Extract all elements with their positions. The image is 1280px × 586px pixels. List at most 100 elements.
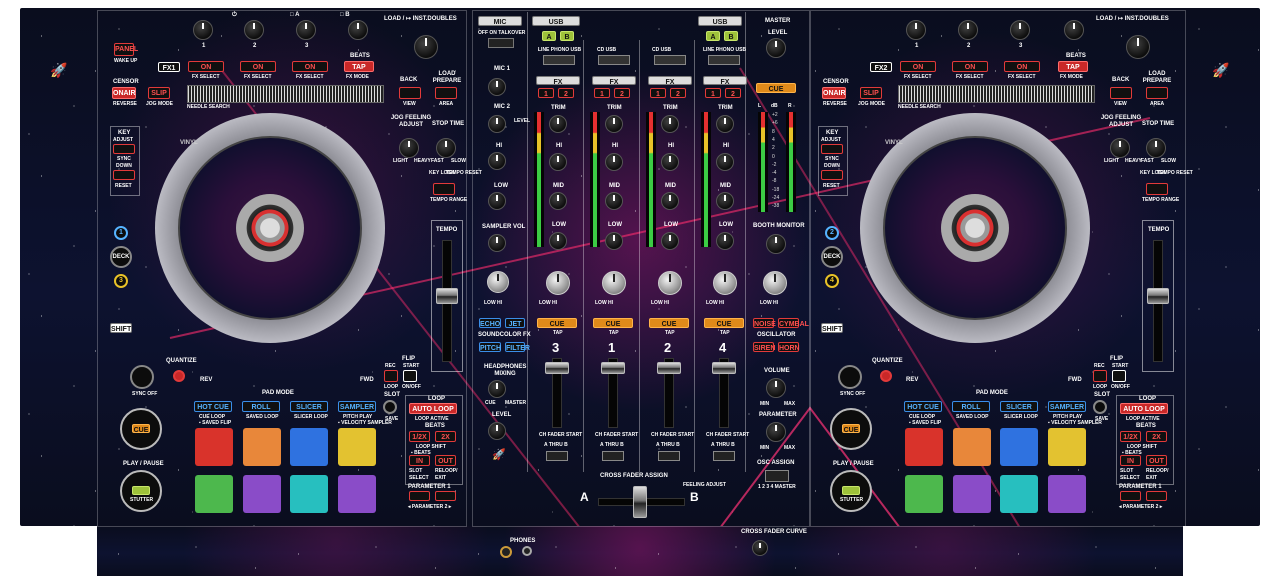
stop-time-knob[interactable] [436, 138, 456, 158]
loop-half-button[interactable]: 1/2X [1120, 431, 1141, 442]
hot-cue-mode-button[interactable]: HOT CUE [904, 401, 942, 412]
performance-pad-2[interactable] [243, 428, 281, 466]
master-color-knob[interactable] [763, 271, 787, 295]
performance-pad-3[interactable] [1000, 428, 1038, 466]
input-selector-switch[interactable] [708, 55, 740, 65]
auto-loop-button[interactable]: AUTO LOOP [1120, 403, 1168, 414]
echo-button[interactable]: ECHO [479, 318, 501, 328]
fx1-tap-button[interactable]: TAP [344, 61, 374, 72]
channel-cue-button[interactable]: CUE [593, 318, 633, 328]
crossfader[interactable] [633, 486, 647, 518]
channel-color-knob[interactable] [546, 271, 570, 295]
performance-pad-4[interactable] [338, 428, 376, 466]
input-selector-switch[interactable] [654, 55, 686, 65]
master-level-knob[interactable] [766, 38, 786, 58]
stop-time-knob[interactable] [1146, 138, 1166, 158]
parameter-right-button[interactable] [435, 491, 456, 501]
eq-mid-knob[interactable] [605, 192, 623, 210]
fx2-knob-1[interactable] [906, 20, 926, 40]
browse-knob[interactable] [1126, 35, 1150, 59]
tempo-fader[interactable] [1147, 288, 1169, 304]
eq-hi-knob[interactable] [716, 153, 734, 171]
channel-fader[interactable] [657, 362, 681, 374]
slip-button[interactable]: SLIP [860, 87, 882, 99]
performance-pad-8[interactable] [338, 475, 376, 513]
browse-knob[interactable] [414, 35, 438, 59]
deck2-button[interactable]: 2 [825, 226, 839, 240]
fx2-on-button-1[interactable]: ON [900, 61, 936, 72]
flip-rec-button[interactable] [1093, 370, 1107, 382]
performance-pad-6[interactable] [243, 475, 281, 513]
loop-double-button[interactable]: 2X [1146, 431, 1167, 442]
eq-hi-knob[interactable] [661, 153, 679, 171]
performance-pad-7[interactable] [1000, 475, 1038, 513]
headphones-mixing-knob[interactable] [488, 380, 506, 398]
jog-feeling-knob[interactable] [399, 138, 419, 158]
sync-button[interactable] [130, 365, 154, 389]
loop-out-button[interactable]: OUT [1146, 455, 1167, 466]
eq-hi-knob[interactable] [549, 153, 567, 171]
oscillator-volume-knob[interactable] [766, 378, 786, 398]
pitch-button[interactable]: PITCH [479, 342, 501, 352]
auto-loop-button[interactable]: AUTO LOOP [409, 403, 457, 414]
key-sync-button[interactable] [113, 144, 135, 154]
performance-pad-7[interactable] [290, 475, 328, 513]
channel-fx1-button[interactable]: 1 [705, 88, 721, 98]
usb-b-button-right[interactable]: B [724, 31, 738, 41]
horn-button[interactable]: HORN [778, 342, 800, 352]
flip-rec-button[interactable] [384, 370, 398, 382]
parameter-left-button[interactable] [409, 491, 430, 501]
back-button[interactable] [399, 87, 421, 99]
key-down-button[interactable] [821, 170, 843, 180]
jet-button[interactable]: JET [505, 318, 525, 328]
channel-fx2-button[interactable]: 2 [558, 88, 574, 98]
performance-pad-2[interactable] [953, 428, 991, 466]
slip-button[interactable]: SLIP [148, 87, 170, 99]
quantize-button[interactable] [880, 370, 892, 382]
deck3-button[interactable]: 3 [114, 274, 128, 288]
eq-mid-knob[interactable] [661, 192, 679, 210]
osc-assign-switch[interactable] [765, 470, 789, 482]
censor-button[interactable]: ONAIR [822, 87, 846, 99]
fx2-knob-3[interactable] [1010, 20, 1030, 40]
shift-button[interactable]: SHIFT [110, 323, 132, 333]
cross-fader-curve-knob[interactable] [752, 540, 768, 556]
fx2-tap-button[interactable]: TAP [1058, 61, 1088, 72]
eq-low-knob[interactable] [549, 232, 567, 250]
loop-out-button[interactable]: OUT [435, 455, 456, 466]
mic-switch[interactable] [488, 38, 514, 48]
quantize-button[interactable] [173, 370, 185, 382]
input-selector-switch[interactable] [598, 55, 630, 65]
needle-search-strip[interactable] [898, 85, 1095, 103]
channel-fx1-button[interactable]: 1 [538, 88, 554, 98]
jog-feeling-knob[interactable] [1110, 138, 1130, 158]
eq-mid-knob[interactable] [549, 192, 567, 210]
flip-start-button[interactable] [403, 370, 417, 382]
censor-button[interactable]: ONAIR [112, 87, 136, 99]
siren-button[interactable]: SIREN [753, 342, 775, 352]
phones-jack-small[interactable] [522, 546, 532, 556]
usb-a-button-left[interactable]: A [542, 31, 556, 41]
hot-cue-mode-button[interactable]: HOT CUE [194, 401, 232, 412]
key-sync-button[interactable] [821, 144, 843, 154]
sampler-mode-button[interactable]: SAMPLER [1048, 401, 1086, 412]
mic2-level-knob[interactable] [488, 115, 506, 133]
channel-fx2-button[interactable]: 2 [614, 88, 630, 98]
fx2-knob-2[interactable] [958, 20, 978, 40]
crossfader-assign-switch[interactable] [602, 451, 624, 461]
master-cue-button[interactable]: CUE [756, 83, 796, 93]
tempo-fader[interactable] [436, 288, 458, 304]
load-prepare-button[interactable] [1146, 87, 1168, 99]
crossfader-assign-switch[interactable] [546, 451, 568, 461]
loop-in-button[interactable]: IN [409, 455, 430, 466]
slicer-mode-button[interactable]: SLICER [290, 401, 328, 412]
performance-pad-1[interactable] [195, 428, 233, 466]
channel-color-knob[interactable] [658, 271, 682, 295]
channel-fader[interactable] [601, 362, 625, 374]
eq-mid-knob[interactable] [716, 192, 734, 210]
usb-a-button-right[interactable]: A [706, 31, 720, 41]
trim-knob[interactable] [605, 115, 623, 133]
channel-fader[interactable] [712, 362, 736, 374]
fx2-beats-knob[interactable] [1064, 20, 1084, 40]
input-selector-switch[interactable] [543, 55, 575, 65]
